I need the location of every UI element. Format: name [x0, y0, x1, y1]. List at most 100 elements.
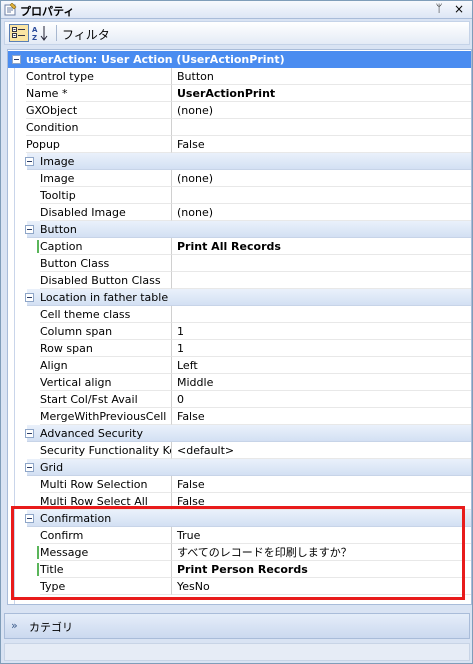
toolbar-separator — [56, 25, 57, 41]
property-name: Start Col/Fst Avail — [40, 391, 171, 408]
object-header[interactable]: userAction: User Action (UserActionPrint… — [8, 51, 471, 68]
category-bar-label: カテゴリ — [29, 621, 73, 634]
property-value[interactable]: Middle — [171, 374, 471, 391]
filter-label[interactable]: フィルタ — [62, 26, 110, 43]
property-grid: userAction: User Action (UserActionPrint… — [7, 49, 472, 605]
properties-icon — [4, 3, 17, 16]
category-row[interactable]: Button — [25, 221, 471, 238]
property-value[interactable] — [171, 306, 471, 323]
property-name: Image — [40, 170, 171, 187]
property-name: Vertical align — [40, 374, 171, 391]
category-row[interactable]: Grid — [25, 459, 471, 476]
property-value[interactable]: (none) — [171, 170, 471, 187]
collapse-toggle-icon[interactable] — [25, 463, 34, 472]
property-value[interactable]: UserActionPrint — [171, 85, 471, 102]
property-name: Multi Row Selection — [40, 476, 171, 493]
collapse-toggle-icon[interactable] — [25, 293, 34, 302]
category-row[interactable]: Advanced Security — [25, 425, 471, 442]
alphabetical-view-button[interactable]: A Z — [31, 24, 51, 42]
property-name: Popup — [26, 136, 171, 153]
property-row[interactable]: Start Col/Fst Avail 0 — [8, 391, 471, 408]
collapse-toggle-icon[interactable] — [25, 429, 34, 438]
property-row[interactable]: GXObject (none) — [8, 102, 471, 119]
property-value[interactable] — [171, 119, 471, 136]
property-value[interactable]: (none) — [171, 102, 471, 119]
property-row[interactable]: Disabled Button Class — [8, 272, 471, 289]
property-row[interactable]: Security Functionality Key <default> — [8, 442, 471, 459]
property-value[interactable]: True — [171, 527, 471, 544]
collapse-toggle-icon[interactable] — [25, 225, 34, 234]
category-label: Image — [40, 155, 75, 168]
title-bar: プロパティ ᛘ × — [1, 1, 472, 19]
property-name: Button Class — [40, 255, 171, 272]
property-name: Disabled Image — [40, 204, 171, 221]
property-row[interactable]: Name * UserActionPrint — [8, 85, 471, 102]
property-value[interactable]: False — [171, 136, 471, 153]
property-row[interactable]: Condition — [8, 119, 471, 136]
collapse-toggle-icon[interactable] — [25, 514, 34, 523]
description-panel — [4, 643, 470, 661]
property-name: Title — [40, 561, 171, 578]
property-row[interactable]: Type YesNo — [8, 578, 471, 595]
properties-window: プロパティ ᛘ × A Z フィルタ userAction: User Acti… — [0, 0, 473, 664]
svg-text:A: A — [32, 26, 38, 34]
property-row[interactable]: Column span 1 — [8, 323, 471, 340]
property-value[interactable] — [171, 187, 471, 204]
collapse-toggle-icon[interactable] — [12, 55, 21, 64]
property-row[interactable]: Popup False — [8, 136, 471, 153]
property-name: Tooltip — [40, 187, 171, 204]
property-row[interactable]: Message すべてのレコードを印刷しますか？ — [8, 544, 471, 561]
property-value[interactable]: Button — [171, 68, 471, 85]
property-row[interactable]: Caption Print All Records — [8, 238, 471, 255]
property-value[interactable] — [171, 272, 471, 289]
property-value[interactable]: 0 — [171, 391, 471, 408]
property-name: Align — [40, 357, 171, 374]
property-row[interactable]: Vertical align Middle — [8, 374, 471, 391]
property-value[interactable]: <default> — [171, 442, 471, 459]
property-value[interactable]: Print All Records — [171, 238, 471, 255]
property-row[interactable]: Multi Row Selection False — [8, 476, 471, 493]
category-label: Confirmation — [40, 512, 112, 525]
property-row[interactable]: Button Class — [8, 255, 471, 272]
property-name: Message — [40, 544, 171, 561]
category-row[interactable]: Confirmation — [25, 510, 471, 527]
property-row[interactable]: Cell theme class — [8, 306, 471, 323]
close-icon[interactable]: × — [452, 2, 466, 16]
property-name: Caption — [40, 238, 171, 255]
property-name: Name * — [26, 85, 171, 102]
property-value[interactable] — [171, 255, 471, 272]
object-header-label: userAction: User Action (UserActionPrint… — [26, 53, 285, 66]
pin-icon[interactable]: ᛘ — [432, 2, 446, 15]
categorized-view-button[interactable] — [9, 24, 29, 42]
property-row[interactable]: Tooltip — [8, 187, 471, 204]
collapse-toggle-icon[interactable] — [25, 157, 34, 166]
property-row[interactable]: Image (none) — [8, 170, 471, 187]
property-value[interactable]: (none) — [171, 204, 471, 221]
property-row[interactable]: Row span 1 — [8, 340, 471, 357]
category-row[interactable]: Image — [25, 153, 471, 170]
property-value[interactable]: 1 — [171, 340, 471, 357]
property-value[interactable]: Left — [171, 357, 471, 374]
property-row[interactable]: Title Print Person Records — [8, 561, 471, 578]
property-name: Multi Row Select All — [40, 493, 171, 510]
property-row[interactable]: Control type Button — [8, 68, 471, 85]
property-value[interactable]: False — [171, 476, 471, 493]
property-value[interactable]: すべてのレコードを印刷しますか？ — [171, 544, 471, 561]
category-bar[interactable]: » カテゴリ — [4, 613, 470, 639]
property-value[interactable]: False — [171, 408, 471, 425]
property-row[interactable]: Multi Row Select All False — [8, 493, 471, 510]
category-label: Grid — [40, 461, 64, 474]
property-row[interactable]: Confirm True — [8, 527, 471, 544]
category-row[interactable]: Location in father table — [25, 289, 471, 306]
property-value[interactable]: Print Person Records — [171, 561, 471, 578]
property-name: Column span — [40, 323, 171, 340]
property-name: Row span — [40, 340, 171, 357]
property-row[interactable]: MergeWithPreviousCell False — [8, 408, 471, 425]
property-row[interactable]: Disabled Image (none) — [8, 204, 471, 221]
property-value[interactable]: 1 — [171, 323, 471, 340]
property-value[interactable]: YesNo — [171, 578, 471, 595]
property-name: Type — [40, 578, 171, 595]
property-value[interactable]: False — [171, 493, 471, 510]
chevron-down-icon[interactable]: » — [11, 619, 18, 632]
property-row[interactable]: Align Left — [8, 357, 471, 374]
